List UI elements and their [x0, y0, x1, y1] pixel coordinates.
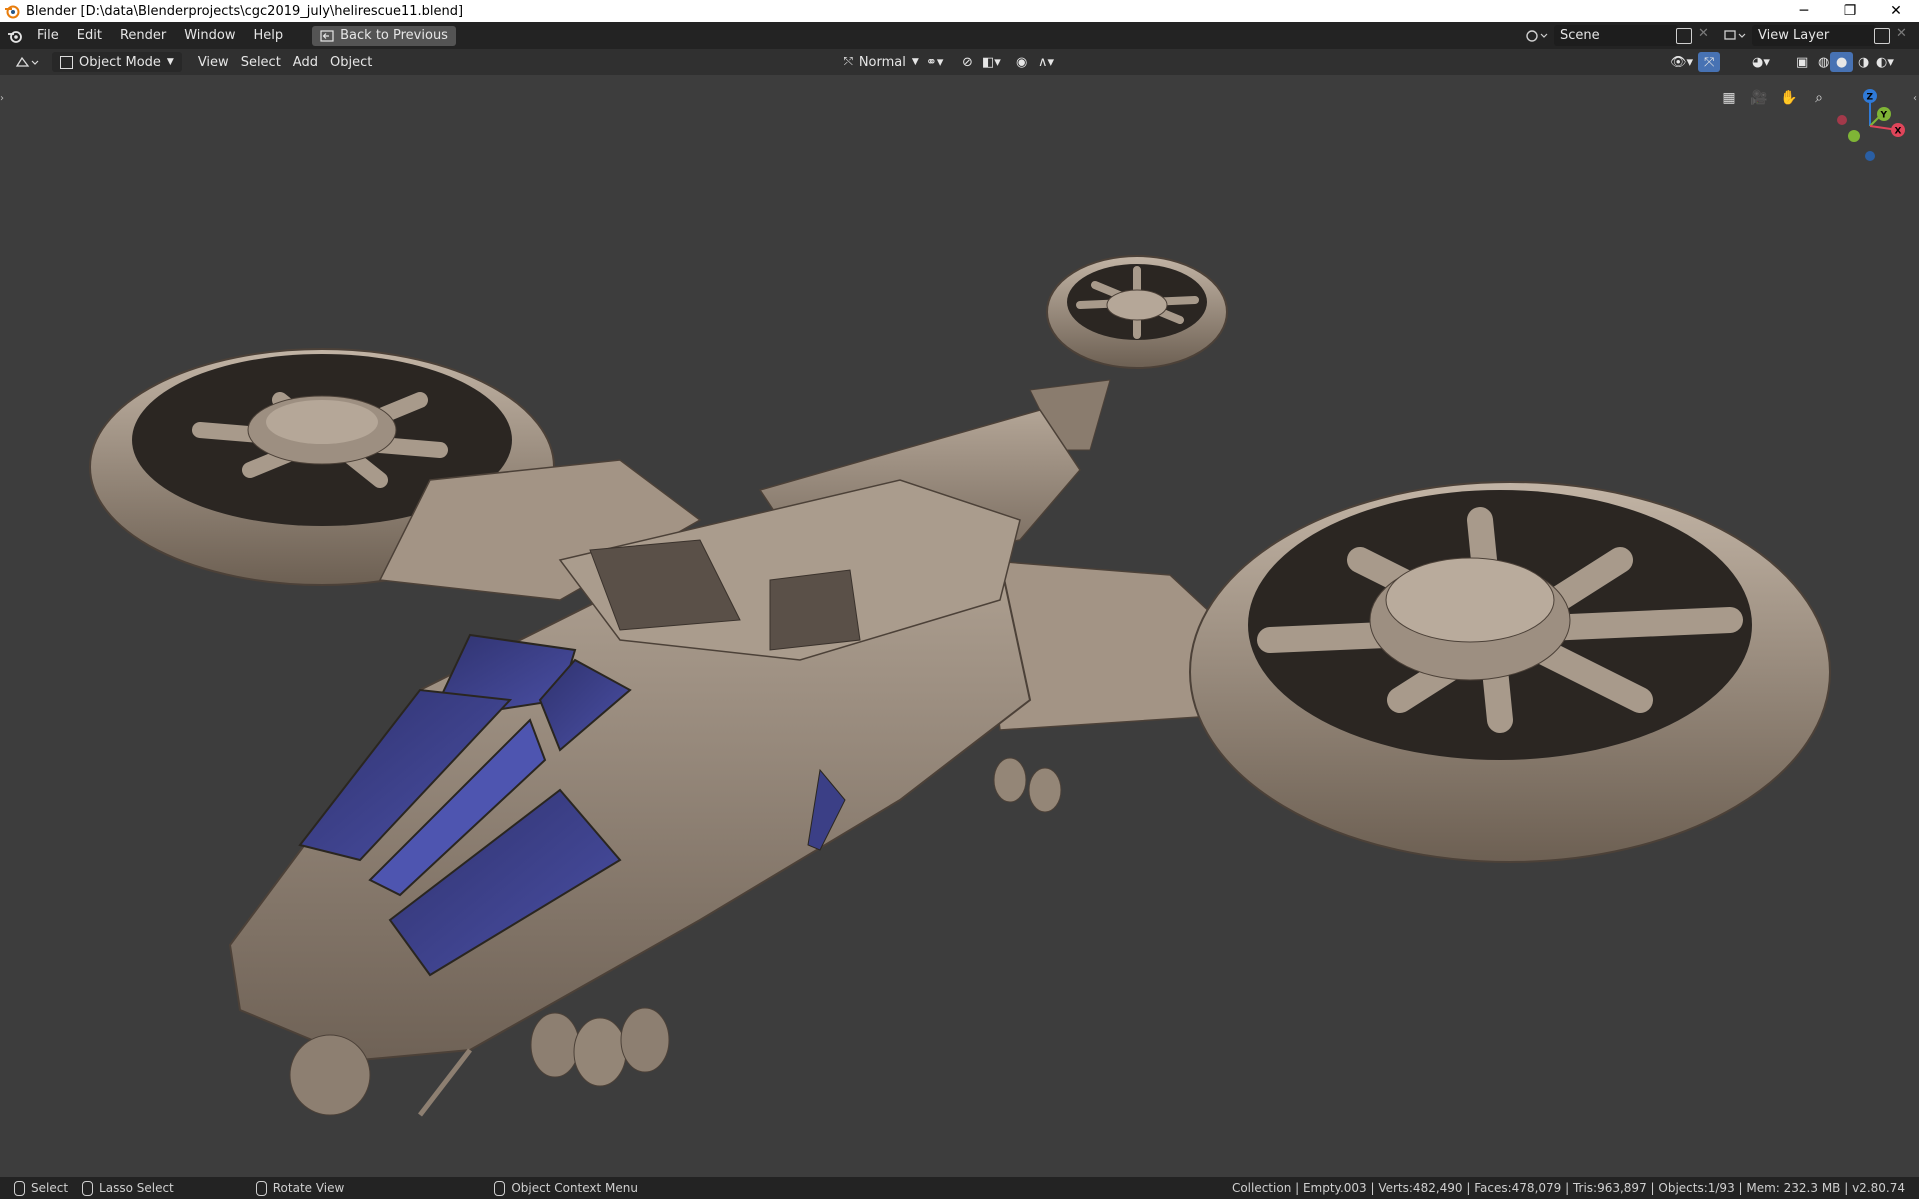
menu-add[interactable]: Add [287, 52, 324, 72]
gizmo-x-label: X [1895, 127, 1902, 137]
editor-type-icon [15, 56, 39, 67]
scene-name-field[interactable]: Scene [1554, 25, 1678, 46]
object-mode-icon [60, 55, 73, 69]
close-button[interactable]: ✕ [1873, 0, 1919, 22]
transform-orientation-select[interactable]: ⤲ Normal ▼ [838, 52, 925, 72]
gizmo-y-label: Y [1880, 111, 1888, 121]
gizmo-toggle-icon[interactable]: ⤧ [1698, 52, 1721, 72]
perspective-toggle-icon[interactable]: ▦ [1716, 85, 1742, 111]
menu-render[interactable]: Render [111, 25, 175, 47]
menu-view[interactable]: View [192, 52, 235, 72]
visibility-icon[interactable]: 👁▾ [1664, 52, 1699, 72]
3d-viewport[interactable]: › ‹ [0, 75, 1919, 1177]
menu-window[interactable]: Window [175, 25, 244, 47]
camera-view-icon[interactable]: 🎥 [1746, 85, 1772, 111]
window-title: Blender [D:\data\Blenderprojects\cgc2019… [26, 3, 464, 19]
scene-browse-icon[interactable] [1524, 27, 1550, 45]
solid-shading-icon[interactable]: ● [1830, 52, 1854, 72]
menu-object[interactable]: Object [324, 52, 378, 72]
toolbar-toggle-icon[interactable]: › [0, 93, 4, 104]
mouse-right-icon [494, 1180, 506, 1196]
blender-menu-icon[interactable] [0, 25, 28, 47]
rear-rotor [1029, 255, 1228, 451]
mouse-drag-icon [82, 1180, 94, 1196]
menu-edit[interactable]: Edit [68, 25, 111, 47]
hint-context-label: Object Context Menu [511, 1181, 638, 1195]
status-hint-rotate: Rotate View [255, 1180, 345, 1196]
back-to-previous-button[interactable]: Back to Previous [312, 25, 456, 46]
gizmo-x-neg[interactable] [1837, 115, 1847, 125]
back-to-previous-label: Back to Previous [340, 27, 448, 43]
helicopter-model [89, 255, 1831, 1117]
maximize-button[interactable]: ❐ [1827, 0, 1873, 22]
pan-view-icon[interactable]: ✋ [1776, 85, 1802, 111]
chevron-down-icon: ▼ [911, 57, 919, 67]
view-layer-field[interactable]: View Layer [1752, 25, 1876, 46]
chevron-down-icon: ▼ [166, 57, 174, 67]
scene-name: Scene [1560, 28, 1600, 43]
window-titlebar: Blender [D:\data\Blenderprojects\cgc2019… [0, 0, 1919, 22]
view-layer-name: View Layer [1758, 28, 1830, 43]
snap-target-icon[interactable]: ◧▾ [976, 52, 1007, 72]
gizmo-y-neg[interactable] [1848, 130, 1860, 142]
gizmo-z-label: Z [1867, 93, 1874, 103]
minimize-button[interactable]: ─ [1781, 0, 1827, 22]
editor-type-button[interactable] [8, 52, 48, 72]
rendered-shading-icon[interactable]: ◐▾ [1870, 52, 1900, 72]
gizmo-z-neg[interactable] [1865, 151, 1875, 161]
mode-selector[interactable]: Object Mode ▼ [52, 52, 182, 72]
mode-label: Object Mode [79, 54, 161, 70]
menu-help[interactable]: Help [245, 25, 293, 47]
status-hint-lasso: Lasso Select [82, 1180, 174, 1196]
zoom-view-icon[interactable]: ⌕ [1806, 85, 1832, 111]
back-icon [320, 29, 334, 42]
pivot-point-icon[interactable]: ⚭▾ [920, 52, 949, 72]
hint-select-label: Select [31, 1181, 69, 1195]
right-rotor-ring [1189, 481, 1831, 863]
scene-statistics: Collection | Empty.003 | Verts:482,490 |… [1231, 1181, 1905, 1195]
status-hint-context: Object Context Menu [494, 1180, 638, 1196]
viewport-header: Object Mode ▼ View Select Add Object ⤲ N… [0, 49, 1919, 75]
overlay-toggle-icon[interactable]: ◕▾ [1746, 52, 1776, 72]
menu-file[interactable]: File [28, 25, 68, 47]
status-hint-select: Select [14, 1180, 69, 1196]
sidebar-toggle-icon[interactable]: ‹ [1913, 93, 1917, 104]
falloff-icon[interactable]: ∧▾ [1032, 52, 1060, 72]
proportional-edit-icon[interactable]: ◉ [1010, 52, 1033, 72]
orientation-label: Normal [858, 54, 906, 70]
mouse-middle-icon [255, 1180, 267, 1196]
new-scene-icon[interactable] [1676, 28, 1692, 44]
mouse-left-icon [14, 1180, 25, 1196]
new-view-layer-icon[interactable] [1874, 28, 1890, 44]
xray-toggle-icon[interactable]: ▣ [1790, 52, 1814, 72]
delete-view-layer-icon[interactable]: ✕ [1896, 26, 1907, 41]
navigation-gizmo[interactable]: Z Y X [1830, 84, 1910, 164]
orientation-icon: ⤲ [844, 55, 853, 68]
blender-logo-icon [5, 5, 20, 19]
status-bar: Select Lasso Select Rotate View Object C… [0, 1177, 1919, 1199]
delete-scene-icon[interactable]: ✕ [1698, 26, 1709, 41]
hint-lasso-label: Lasso Select [99, 1181, 174, 1195]
menu-select[interactable]: Select [235, 52, 287, 72]
hint-rotate-label: Rotate View [272, 1181, 345, 1195]
view-layer-browse-icon[interactable] [1722, 27, 1748, 45]
